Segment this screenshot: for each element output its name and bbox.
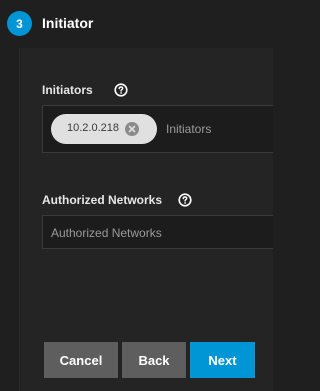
cancel-button[interactable]: Cancel [44, 342, 118, 378]
initiator-chip-label: 10.2.0.218 [67, 122, 119, 134]
authorized-networks-label: Authorized Networks [42, 193, 163, 207]
next-button[interactable]: Next [190, 342, 255, 378]
close-circle-icon[interactable] [125, 122, 139, 136]
initiators-input[interactable]: 10.2.0.218 Initiators [42, 105, 273, 153]
initiator-chip[interactable]: 10.2.0.218 [51, 114, 157, 144]
authorized-networks-placeholder: Authorized Networks [51, 226, 162, 240]
step-number-badge: 3 [7, 11, 32, 36]
initiators-label: Initiators [42, 83, 93, 97]
step-title: Initiator [42, 15, 94, 31]
step-header: 3 Initiator [0, 0, 273, 48]
stepper-connector-line [19, 48, 20, 391]
back-button[interactable]: Back [122, 342, 186, 378]
initiator-section: Initiators 10.2.0.218 Initiators Authori… [21, 48, 273, 391]
initiators-placeholder: Initiators [166, 122, 212, 136]
help-icon[interactable] [178, 193, 192, 207]
authorized-networks-input[interactable]: Authorized Networks [42, 215, 273, 249]
help-icon[interactable] [114, 83, 128, 97]
